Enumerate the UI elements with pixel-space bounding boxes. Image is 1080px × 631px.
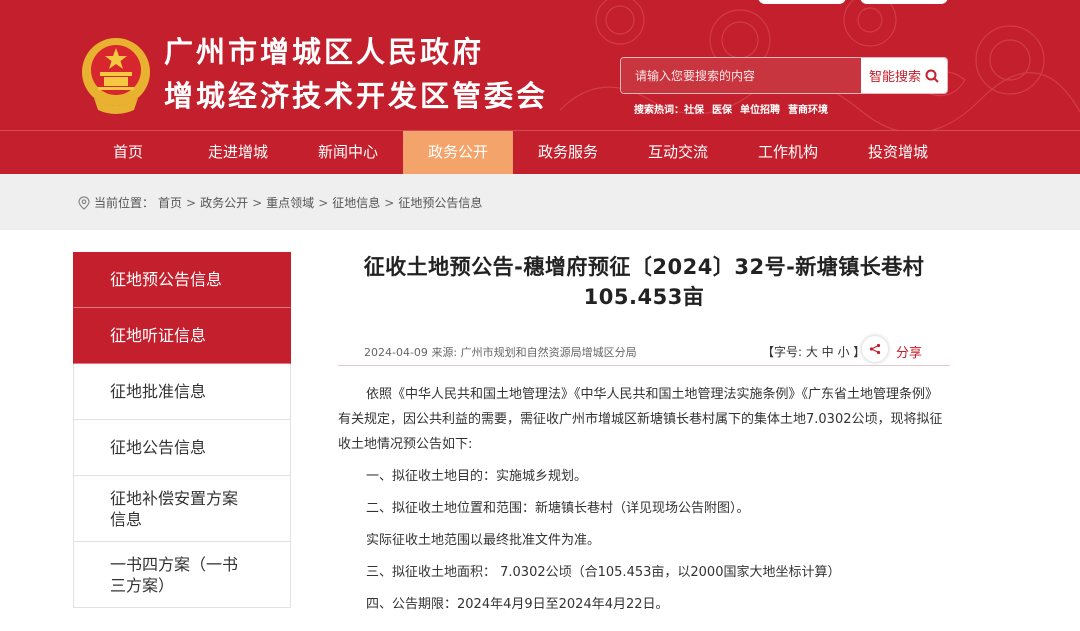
breadcrumb-link[interactable]: 征地信息 bbox=[332, 194, 380, 211]
sidebar-item-label: 征地补偿安置方案信息 bbox=[110, 488, 239, 529]
breadcrumb-link[interactable]: 征地预公告信息 bbox=[398, 194, 482, 211]
article-title: 征收土地预公告-穗增府预征〔2024〕32号-新塘镇长巷村105.453亩 bbox=[363, 255, 925, 309]
article-body: 依照《中华人民共和国土地管理法》《中华人民共和国土地管理法实施条例》《广东省土地… bbox=[338, 382, 950, 617]
article-source: 来源: 广州市规划和自然资源局增城区分局 bbox=[431, 346, 637, 359]
article-date-source: 2024-04-09 来源: 广州市规划和自然资源局增城区分局 bbox=[364, 344, 637, 360]
hot-word[interactable]: 单位招聘 bbox=[740, 101, 780, 116]
share-link[interactable]: 分享 bbox=[896, 342, 922, 361]
nav-item-about[interactable]: 走进增城 bbox=[183, 131, 293, 174]
search-button-label: 智能搜索 bbox=[868, 70, 921, 85]
nav-item-gov-affairs[interactable]: 政务公开 bbox=[403, 131, 513, 174]
nav-item-invest[interactable]: 投资增城 bbox=[843, 131, 953, 174]
sidebar-item-approval[interactable]: 征地批准信息 bbox=[73, 364, 291, 420]
location-pin-icon bbox=[78, 195, 90, 210]
breadcrumb: 当前位置： 首页 > 政务公开 > 重点领域 > 征地信息 > 征地预公告信息 bbox=[78, 194, 482, 211]
article-date: 2024-04-09 bbox=[364, 346, 428, 359]
hot-word[interactable]: 营商环境 bbox=[788, 101, 828, 116]
breadcrumb-label: 当前位置： bbox=[94, 196, 155, 210]
breadcrumb-link[interactable]: 政务公开 bbox=[200, 194, 248, 211]
hot-word[interactable]: 医保 bbox=[712, 101, 732, 116]
nav-item-home[interactable]: 首页 bbox=[73, 131, 183, 174]
article-paragraph: 三、拟征收土地面积： 7.0302公顷（合105.453亩，以2000国家大地坐… bbox=[366, 565, 841, 580]
hot-search-words: 搜索热词： 社保 医保 单位招聘 营商环境 bbox=[634, 101, 828, 116]
site-header: 广州市增城区人民政府 增城经济技术开发区管委会 智能搜索 搜索热词： 社保 医保… bbox=[0, 0, 1080, 130]
main-nav: 首页 走进增城 新闻中心 政务公开 政务服务 互动交流 工作机构 投资增城 bbox=[0, 130, 1080, 174]
share-icon[interactable] bbox=[862, 336, 888, 362]
site-title-line2: 增城经济技术开发区管委会 bbox=[164, 79, 549, 113]
top-link-pill[interactable] bbox=[860, 0, 948, 4]
hot-word[interactable]: 社保 bbox=[684, 101, 704, 116]
search-box: 智能搜索 bbox=[620, 57, 948, 94]
nav-item-agencies[interactable]: 工作机构 bbox=[733, 131, 843, 174]
article-paragraph: 二、拟征收土地位置和范围：新塘镇长巷村（详见现场公告附图）。 bbox=[366, 501, 750, 516]
article-meta: 2024-04-09 来源: 广州市规划和自然资源局增城区分局 【字号: 大 中… bbox=[338, 336, 950, 366]
sidebar: 征地预公告信息 征地听证信息 征地批准信息 征地公告信息 征地补偿安置方案信息 … bbox=[73, 252, 291, 608]
nav-item-services[interactable]: 政务服务 bbox=[513, 131, 623, 174]
article: 征收土地预公告-穗增府预征〔2024〕32号-新塘镇长巷村105.453亩 20… bbox=[338, 252, 950, 612]
top-link-pill[interactable] bbox=[758, 0, 846, 4]
sidebar-item-compensation[interactable]: 征地补偿安置方案信息 bbox=[73, 476, 291, 542]
article-paragraph: 依照《中华人民共和国土地管理法》《中华人民共和国土地管理法实施条例》《广东省土地… bbox=[338, 387, 943, 452]
article-paragraph: 实际征收土地范围以最终批准文件为准。 bbox=[366, 533, 601, 548]
breadcrumb-separator: > bbox=[186, 195, 197, 210]
breadcrumb-separator: > bbox=[318, 195, 329, 210]
search-input[interactable] bbox=[621, 58, 861, 93]
breadcrumb-bar: 当前位置： 首页 > 政务公开 > 重点领域 > 征地信息 > 征地预公告信息 bbox=[0, 174, 1080, 230]
national-emblem-icon bbox=[82, 38, 150, 114]
sidebar-item-pre-announcement[interactable]: 征地预公告信息 bbox=[73, 252, 291, 308]
site-title-line1: 广州市增城区人民政府 bbox=[164, 35, 485, 69]
search-button[interactable]: 智能搜索 bbox=[861, 58, 947, 93]
article-paragraph: 一、拟征收土地目的：实施城乡规划。 bbox=[366, 469, 588, 484]
breadcrumb-link[interactable]: 首页 bbox=[158, 194, 182, 211]
breadcrumb-link[interactable]: 重点领域 bbox=[266, 194, 314, 211]
breadcrumb-separator: > bbox=[252, 195, 263, 210]
article-paragraph: 四、公告期限：2024年4月9日至2024年4月22日。 bbox=[366, 597, 669, 612]
sidebar-item-hearing[interactable]: 征地听证信息 bbox=[73, 308, 291, 364]
nav-item-news[interactable]: 新闻中心 bbox=[293, 131, 403, 174]
font-size-control[interactable]: 【字号: 大 中 小 】 bbox=[762, 343, 865, 360]
search-icon bbox=[925, 69, 939, 83]
sidebar-item-announcement[interactable]: 征地公告信息 bbox=[73, 420, 291, 476]
nav-item-interaction[interactable]: 互动交流 bbox=[623, 131, 733, 174]
breadcrumb-separator: > bbox=[384, 195, 395, 210]
sidebar-item-one-book[interactable]: 一书四方案（一书三方案） bbox=[73, 542, 291, 608]
sidebar-item-label: 一书四方案（一书三方案） bbox=[110, 554, 239, 595]
hot-search-label: 搜索热词： bbox=[634, 105, 684, 116]
